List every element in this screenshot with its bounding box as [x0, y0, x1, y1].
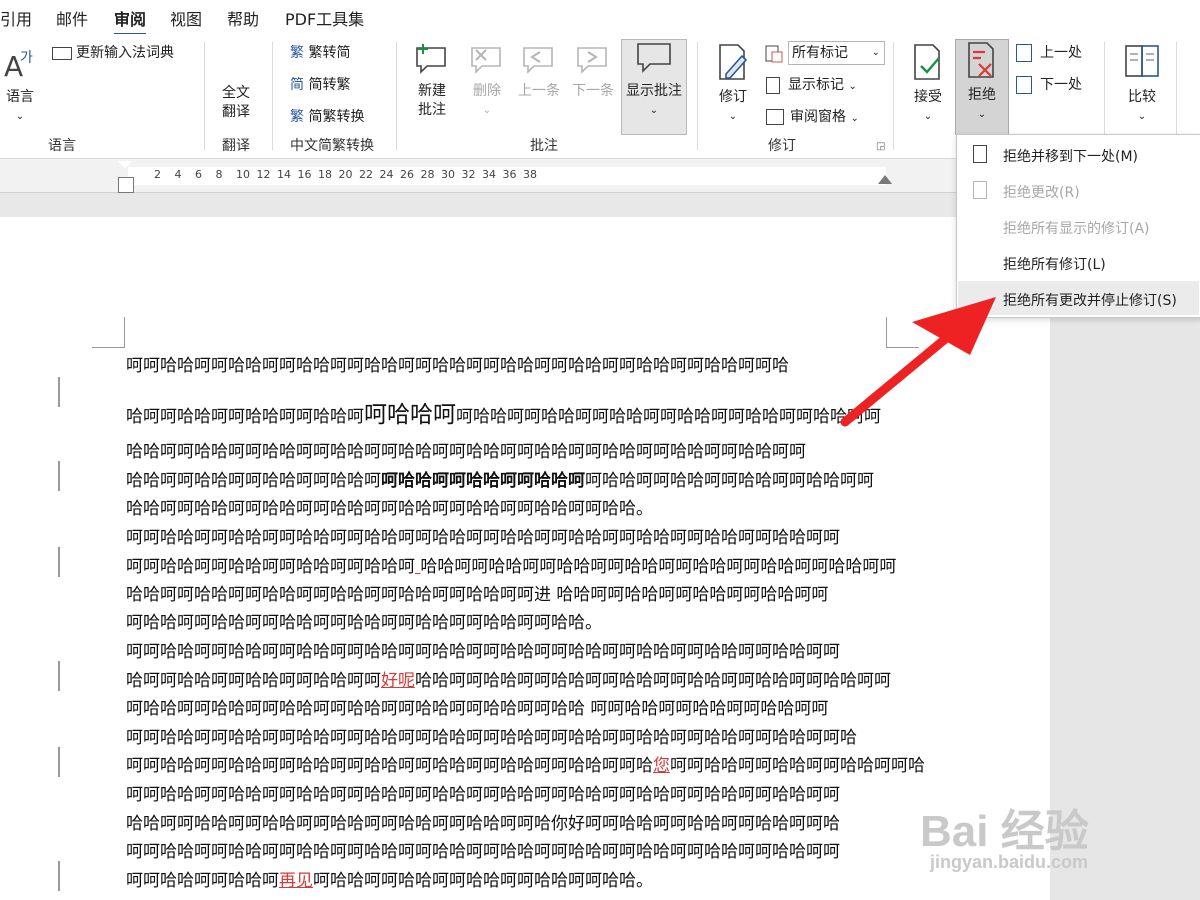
- red-arrow-annotation: [840, 297, 996, 427]
- watermark-logo: Bai 经验: [920, 807, 1089, 856]
- watermark-url: jingyan.baidu.com: [930, 852, 1089, 872]
